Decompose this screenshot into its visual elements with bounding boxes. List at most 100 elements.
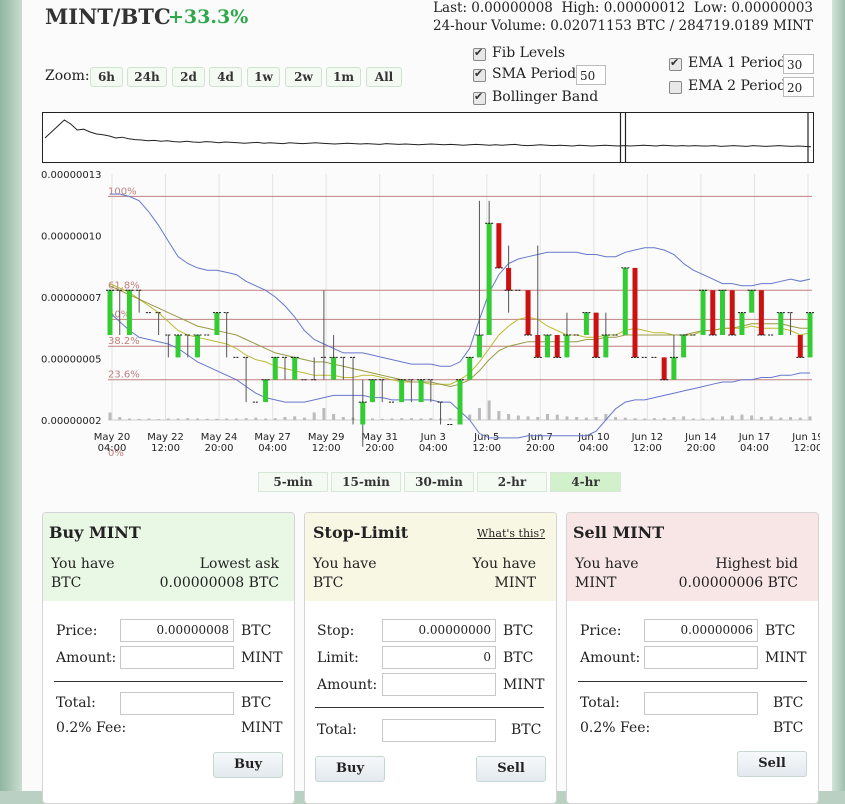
volume-bar (283, 417, 287, 420)
sell-button[interactable]: Sell (737, 751, 807, 777)
y-tick-label: 0.00000007 (41, 293, 101, 304)
volume-bar (759, 417, 763, 420)
volume-bar (205, 418, 209, 420)
zoom-4d-button[interactable]: 4d (209, 67, 242, 87)
zoom-1m-button[interactable]: 1m (326, 67, 361, 87)
timeframe-5min-button[interactable]: 5-min (258, 472, 328, 492)
price-chart[interactable]: 0.00000013 0.00000010 0.00000007 0.00000005… (40, 164, 820, 456)
candle-body (564, 335, 570, 358)
volume-bar (332, 414, 336, 420)
zoom-24h-button[interactable]: 24h (127, 67, 167, 87)
volume-bar (623, 417, 627, 420)
sell-amount-unit: MINT (765, 650, 807, 666)
buy-total-input[interactable] (120, 692, 234, 715)
buy-button[interactable]: Buy (213, 752, 283, 778)
x-tick-time: 20:00 (526, 443, 555, 454)
buy-title: Buy MINT (49, 523, 141, 542)
sell-amount-input[interactable] (644, 646, 758, 669)
sma-checkbox[interactable] (473, 67, 486, 82)
candle-body (467, 357, 473, 380)
candle-body (107, 290, 113, 336)
volume-bar (808, 416, 812, 420)
timeframe-4hr-button[interactable]: 4-hr (550, 472, 621, 492)
ema1-checkbox[interactable] (669, 56, 682, 71)
stop-price-input[interactable]: 0.00000000 (382, 619, 496, 642)
volume-bar (487, 400, 491, 420)
x-tick-date: Jun 3 (420, 432, 446, 443)
candle-body (797, 335, 803, 358)
volume-bar (633, 418, 637, 420)
volume-bar (536, 417, 540, 420)
sell-you-have-value: MINT (575, 575, 617, 591)
limit-price-unit: BTC (503, 650, 534, 666)
page-background-right (832, 0, 845, 791)
limit-price-input[interactable]: 0 (382, 646, 496, 669)
volume-bar (234, 418, 238, 420)
ema2-checkbox[interactable] (669, 81, 682, 94)
volume-bar (302, 417, 306, 420)
zoom-2d-button[interactable]: 2d (172, 67, 205, 87)
market-pair-title: MINT/BTC (45, 4, 171, 29)
x-tick-date: May 29 (308, 432, 345, 443)
buy-price-input[interactable]: 0.00000008 (120, 619, 234, 642)
candle-body (700, 290, 706, 336)
candle-body (583, 312, 589, 336)
volume-bar (691, 418, 695, 420)
sell-you-have-label: You have (575, 556, 639, 572)
x-tick-date: May 27 (254, 432, 291, 443)
x-tick-date: Jun 17 (738, 432, 771, 443)
timeframe-15min-button[interactable]: 15-min (331, 472, 401, 492)
volume-bar (244, 418, 248, 420)
fib-level-label: 0% (108, 448, 124, 456)
stop-limit-title: Stop-Limit (313, 523, 409, 542)
volume-bar (341, 417, 345, 420)
zoom-2w-button[interactable]: 2w (285, 67, 322, 87)
sell-total-input[interactable] (644, 692, 758, 715)
stop-amount-input[interactable] (382, 673, 496, 696)
stop-sell-button[interactable]: Sell (476, 756, 546, 782)
volume-bar (701, 418, 705, 420)
whats-this-link[interactable]: What's this? (477, 527, 545, 540)
price-stats: Last: 0.00000008 High: 0.00000012 Low: 0… (433, 0, 813, 16)
buy-total-label: Total: (56, 695, 96, 711)
limit-price-label: Limit: (317, 650, 359, 666)
x-tick-time: 12:00 (151, 443, 180, 454)
candle-body (331, 357, 337, 380)
zoom-all-button[interactable]: All (366, 67, 402, 87)
volume-bar (565, 416, 569, 420)
volume-bar (215, 418, 219, 420)
ema2-period-input[interactable]: 20 (783, 77, 814, 97)
candle-body (778, 312, 784, 336)
candle-body (292, 357, 298, 380)
timeframe-2hr-button[interactable]: 2-hr (477, 472, 547, 492)
y-tick-label: 0.00000013 (41, 170, 101, 181)
x-tick-time: 04:00 (579, 443, 608, 454)
volume-stats: 24-hour Volume: 0.02071153 BTC / 284719.… (433, 18, 813, 34)
buy-amount-input[interactable] (120, 646, 234, 669)
y-tick-label: 0.00000010 (41, 232, 101, 243)
timeframe-30min-button[interactable]: 30-min (404, 472, 474, 492)
ema1-period-input[interactable]: 30 (783, 54, 814, 74)
volume-bar (312, 412, 316, 420)
volume-bar (400, 418, 404, 420)
candle-body (272, 357, 278, 380)
range-navigator[interactable] (42, 112, 814, 163)
sell-price-unit: BTC (765, 623, 796, 639)
volume-bar (711, 417, 715, 420)
x-tick-date: Jun 19 (791, 432, 820, 443)
volume-bar (672, 417, 676, 420)
bollinger-checkbox[interactable] (473, 90, 486, 105)
sell-price-input[interactable]: 0.00000006 (644, 619, 758, 642)
volume-bar (779, 417, 783, 420)
x-tick-date: May 22 (147, 432, 184, 443)
x-tick-date: Jun 14 (684, 432, 717, 443)
zoom-1w-button[interactable]: 1w (247, 67, 280, 87)
fib-levels-checkbox[interactable] (473, 46, 486, 61)
sma-period-input[interactable]: 50 (576, 65, 606, 85)
x-tick-date: Jun 12 (631, 432, 664, 443)
stop-total-input[interactable] (382, 719, 496, 742)
zoom-6h-button[interactable]: 6h (90, 67, 123, 87)
volume-bar (730, 415, 734, 420)
buy-you-have-value: BTC (51, 575, 82, 591)
stop-buy-button[interactable]: Buy (315, 756, 385, 782)
